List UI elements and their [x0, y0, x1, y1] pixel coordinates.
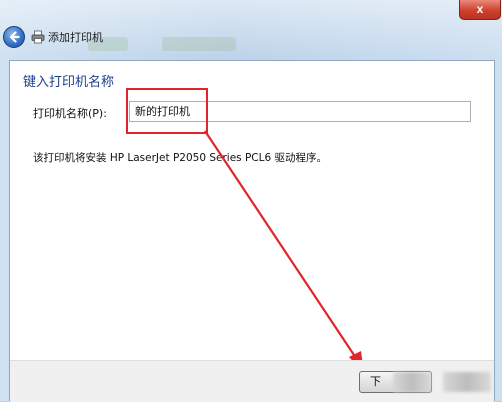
next-button-label: 下 — [370, 375, 381, 388]
annotation-arrow — [204, 130, 364, 373]
blurred-cancel-button — [443, 372, 491, 392]
blurred-region — [393, 372, 431, 392]
